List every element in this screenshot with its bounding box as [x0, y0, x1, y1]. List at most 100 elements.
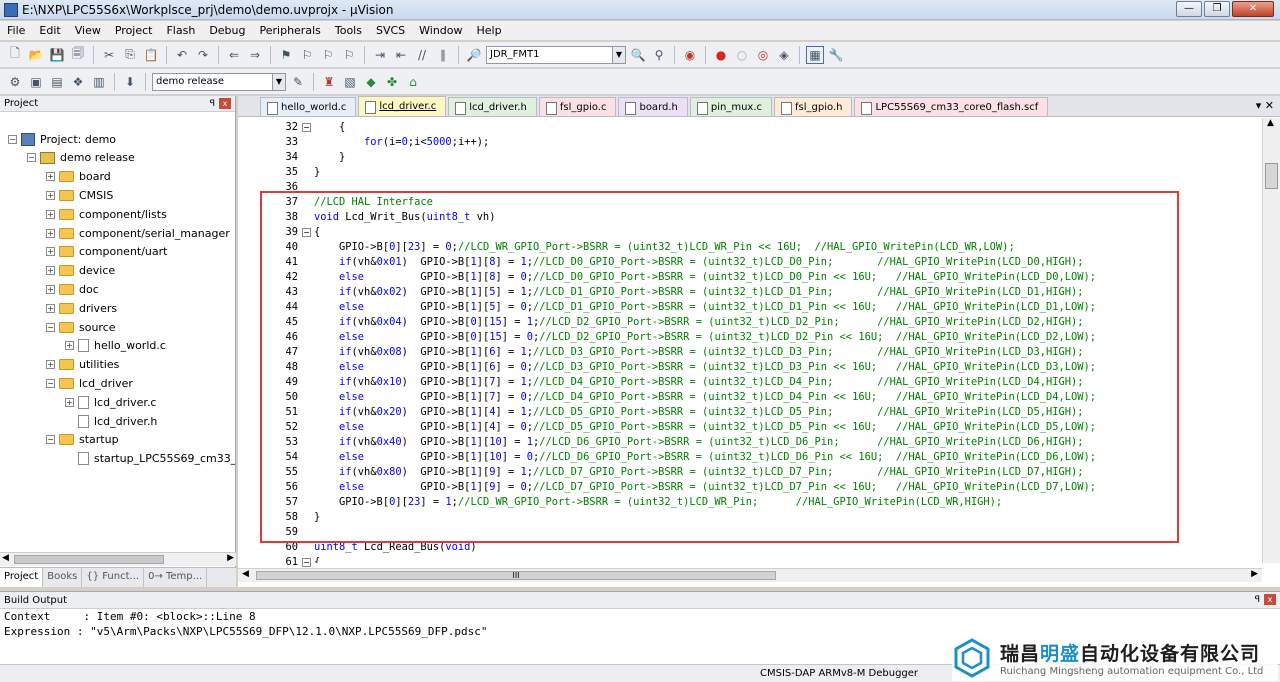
open-folder-icon[interactable]: 📂	[27, 46, 45, 64]
expand-toggle-icon[interactable]: +	[46, 228, 55, 238]
expand-toggle-icon[interactable]: +	[46, 303, 55, 313]
menu-view[interactable]: View	[68, 24, 108, 37]
expand-toggle-icon[interactable]: +	[46, 266, 55, 276]
debug-session-icon[interactable]: ◉	[681, 46, 699, 64]
target-select[interactable]: demo release ▼	[152, 72, 286, 91]
tree-item[interactable]: + hello_world.c	[65, 337, 166, 355]
find-in-files-icon[interactable]: 🔎	[465, 46, 483, 64]
scroll-left-icon[interactable]: ◀	[2, 553, 9, 563]
breakpoint-kill-icon[interactable]: ◎	[754, 46, 772, 64]
expand-toggle-icon[interactable]: +	[65, 397, 74, 407]
tree-item[interactable]: + component/serial_manager	[46, 224, 230, 242]
menu-tools[interactable]: Tools	[328, 24, 369, 37]
file-extensions-icon[interactable]: ▧	[341, 73, 359, 91]
editor-vscrollbar[interactable]: ▲	[1262, 118, 1280, 563]
chevron-down-icon[interactable]: ▼	[612, 46, 625, 63]
expand-toggle-icon[interactable]: −	[46, 435, 55, 445]
find-combo[interactable]: JDR_FMT1 ▼	[486, 45, 626, 64]
tree-item[interactable]: + lcd_driver.c	[65, 393, 156, 411]
find-icon[interactable]: 🔍	[629, 46, 647, 64]
expand-toggle-icon[interactable]: +	[46, 247, 55, 257]
expand-toggle-icon[interactable]: +	[46, 360, 55, 370]
close-icon[interactable]: x	[1264, 594, 1276, 605]
copy-icon[interactable]: ⎘	[121, 46, 139, 64]
undo-icon[interactable]: ↶	[173, 46, 191, 64]
tree-item[interactable]: − startup	[46, 431, 119, 449]
editor-tab[interactable]: hello_world.c	[260, 97, 357, 116]
breakpoint-icon[interactable]: ●	[712, 46, 730, 64]
editor-tab[interactable]: fsl_gpio.h	[774, 97, 853, 116]
tree-item[interactable]: − source	[46, 318, 116, 336]
select-packs-icon[interactable]: ⌂	[404, 73, 422, 91]
scroll-left-icon[interactable]: ◀	[242, 569, 249, 579]
tree-item[interactable]: + component/lists	[46, 205, 167, 223]
editor-tab[interactable]: pin_mux.c	[689, 97, 773, 116]
editor-tab[interactable]: lcd_driver.h	[448, 97, 537, 116]
tree-item[interactable]: + drivers	[46, 299, 117, 317]
download-icon[interactable]: ⬇	[121, 73, 139, 91]
close-button[interactable]: ✕	[1232, 1, 1274, 17]
project-hscrollbar[interactable]: ◀ ▶	[0, 552, 236, 566]
save-all-icon[interactable]: 🗐	[69, 46, 87, 64]
editor-tab[interactable]: lcd_driver.c	[358, 96, 447, 116]
maximize-button[interactable]: ❐	[1204, 1, 1230, 17]
expand-toggle-icon[interactable]: +	[46, 209, 55, 219]
stop-build-icon[interactable]: ▥	[90, 73, 108, 91]
fold-toggle-icon[interactable]: −	[302, 558, 311, 567]
manage-project-icon[interactable]: ♜	[320, 73, 338, 91]
tree-item[interactable]: + board	[46, 168, 111, 186]
expand-toggle-icon[interactable]: −	[46, 322, 55, 332]
minimize-button[interactable]: —	[1176, 1, 1202, 17]
rte-icon[interactable]: ✤	[383, 73, 401, 91]
menu-window[interactable]: Window	[412, 24, 469, 37]
menu-flash[interactable]: Flash	[159, 24, 202, 37]
build-icon[interactable]: ▣	[27, 73, 45, 91]
menu-debug[interactable]: Debug	[202, 24, 252, 37]
menu-peripherals[interactable]: Peripherals	[253, 24, 328, 37]
bookmark-icon[interactable]: ⚑	[277, 46, 295, 64]
bookmark-next-icon[interactable]: ⚐	[319, 46, 337, 64]
incremental-find-icon[interactable]: ⚲	[650, 46, 668, 64]
tree-item[interactable]: lcd_driver.h	[65, 412, 157, 430]
tab-menu-controls[interactable]: ▾ ✕	[1256, 99, 1274, 112]
unindent-icon[interactable]: ⇤	[392, 46, 410, 64]
fold-toggle-icon[interactable]: −	[302, 123, 311, 132]
layout-icon[interactable]: ▦	[806, 45, 824, 64]
save-icon[interactable]: 💾	[48, 46, 66, 64]
nav-forward-icon[interactable]: ⇒	[246, 46, 264, 64]
chevron-down-icon[interactable]: ▼	[272, 73, 285, 90]
tab-project[interactable]: Project	[0, 568, 44, 587]
scroll-right-icon[interactable]: ▶	[227, 553, 234, 563]
configure-icon[interactable]: 🔧	[827, 46, 845, 64]
pin-icon[interactable]: ꟼ	[1255, 595, 1260, 605]
rebuild-icon[interactable]: ▤	[48, 73, 66, 91]
tree-item[interactable]: + utilities	[46, 356, 119, 374]
cut-icon[interactable]: ✂	[100, 46, 118, 64]
target-options-icon[interactable]: ✎	[289, 73, 307, 91]
menu-svcs[interactable]: SVCS	[369, 24, 412, 37]
scroll-up-icon[interactable]: ▲	[1267, 118, 1274, 128]
menu-file[interactable]: File	[0, 24, 32, 37]
editor-hscrollbar-thumb[interactable]: III	[256, 571, 776, 580]
translate-icon[interactable]: ⚙	[6, 73, 24, 91]
redo-icon[interactable]: ↷	[194, 46, 212, 64]
editor-tab[interactable]: fsl_gpio.c	[538, 97, 617, 116]
tree-item[interactable]: − Project: demo	[8, 130, 116, 148]
editor-vscrollbar-thumb[interactable]	[1265, 163, 1278, 189]
expand-toggle-icon[interactable]: +	[65, 341, 74, 351]
breakpoint-disable-icon[interactable]: ○	[733, 46, 751, 64]
close-icon[interactable]: x	[219, 98, 231, 109]
editor-hscrollbar[interactable]: ◀ III ▶	[238, 568, 1262, 582]
tree-item[interactable]: + doc	[46, 280, 99, 298]
menu-help[interactable]: Help	[470, 24, 509, 37]
uncomment-icon[interactable]: ∥	[434, 46, 452, 64]
batch-build-icon[interactable]: ❖	[69, 73, 87, 91]
editor-tab[interactable]: LPC55S69_cm33_core0_flash.scf	[854, 97, 1049, 116]
comment-icon[interactable]: //	[413, 46, 431, 64]
expand-toggle-icon[interactable]: +	[46, 190, 55, 200]
expand-toggle-icon[interactable]: −	[8, 134, 17, 144]
expand-toggle-icon[interactable]: −	[46, 378, 55, 388]
tree-item[interactable]: − lcd_driver	[46, 374, 133, 392]
menu-project[interactable]: Project	[108, 24, 160, 37]
pin-icon[interactable]: ꟼ	[210, 99, 215, 109]
